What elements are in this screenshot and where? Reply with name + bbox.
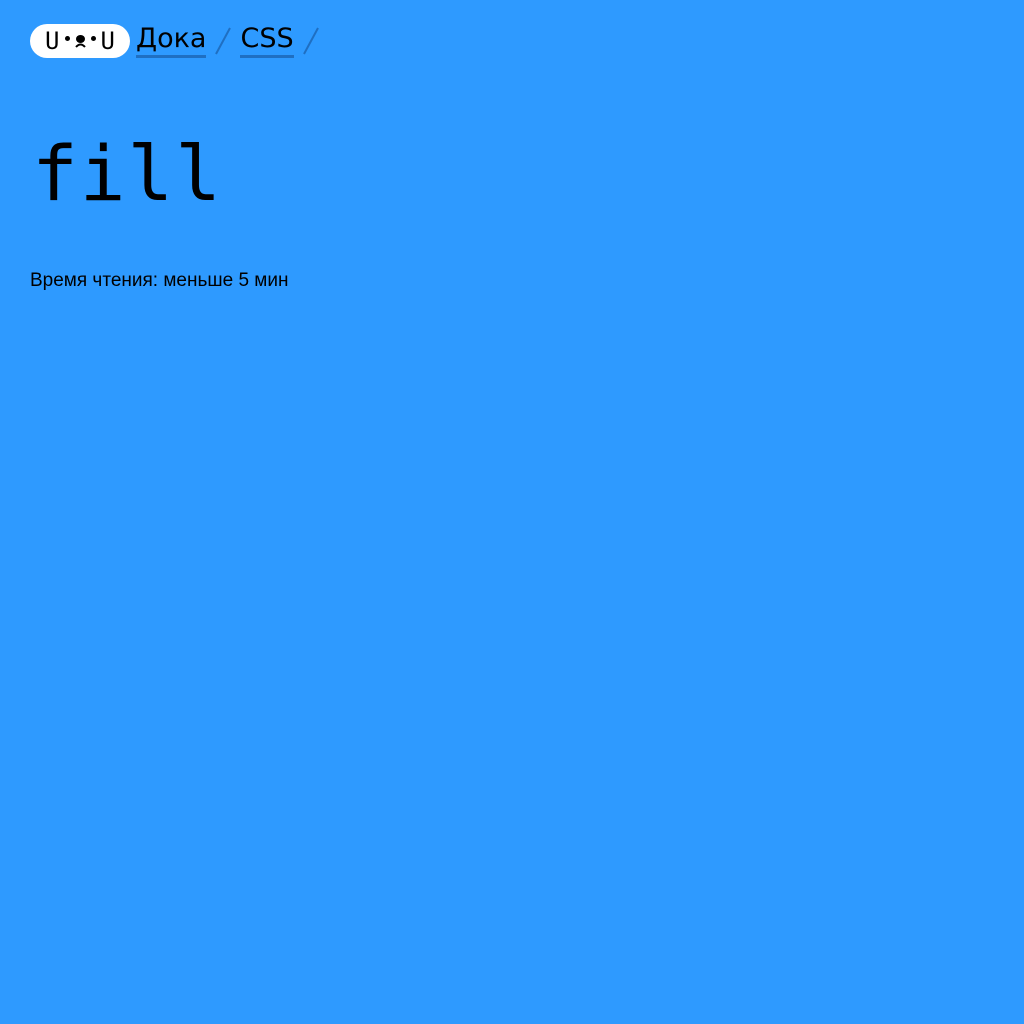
doka-face-logo-icon: U U <box>45 29 115 53</box>
logo-home-link[interactable]: U U <box>30 24 130 58</box>
breadcrumb-link-doka[interactable]: Дока <box>136 23 207 59</box>
page: U U Дока CSS fill Время чтения: меньше 5… <box>0 0 1024 1024</box>
header-nav: U U Дока CSS <box>30 22 328 60</box>
breadcrumb-separator-icon <box>214 26 232 56</box>
logo-left-ear: U <box>45 27 60 55</box>
logo-left-eye <box>64 35 70 41</box>
breadcrumb: Дока CSS <box>136 23 328 59</box>
page-title: fill <box>32 129 224 218</box>
logo-right-ear: U <box>100 27 115 55</box>
breadcrumb-link-css[interactable]: CSS <box>240 23 294 59</box>
reading-time: Время чтения: меньше 5 мин <box>30 270 289 291</box>
logo-nose <box>74 34 86 48</box>
logo-right-eye <box>90 35 96 41</box>
breadcrumb-separator-icon <box>302 26 320 56</box>
